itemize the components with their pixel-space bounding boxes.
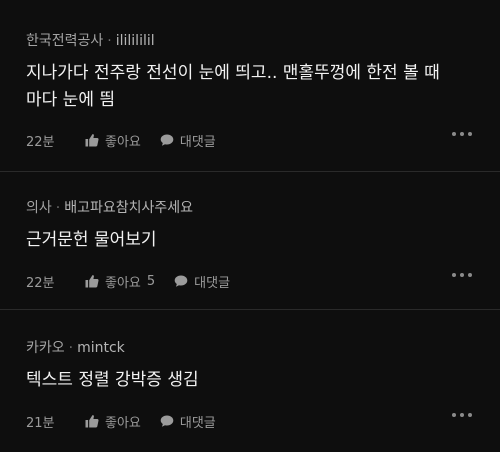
reply-button[interactable]: 대댓글 — [159, 131, 216, 150]
comment-body-line: 지나가다 전주랑 전선이 눈에 띄고.. 맨홀뚜껑에 한전 볼 때 — [26, 63, 440, 83]
comment-author[interactable]: 한국전력공사 · ililililil — [26, 30, 155, 50]
comment-actions: 22분 좋아요 대댓글 — [26, 130, 476, 150]
comment-feed: 한국전력공사 · ililililil 지나가다 전주랑 전선이 눈에 띄고.. 맨… — [0, 0, 500, 452]
author-nickname: mintck — [77, 340, 125, 356]
more-dot — [468, 273, 472, 277]
author-company: 카카오 — [26, 340, 65, 356]
author-company: 의사 — [26, 200, 52, 216]
reply-label: 대댓글 — [194, 275, 231, 291]
reply-button[interactable]: 대댓글 — [173, 272, 230, 291]
more-dot — [468, 413, 472, 417]
like-button[interactable]: 좋아요 5 — [84, 272, 155, 291]
reply-label: 대댓글 — [179, 415, 216, 431]
reply-label: 대댓글 — [179, 134, 216, 150]
like-label: 좋아요 — [105, 275, 141, 291]
comment-body: 지나가다 전주랑 전선이 눈에 띄고.. 맨홀뚜껑에 한전 볼 때 마다 눈에 … — [26, 60, 476, 114]
comment-author[interactable]: 의사 · 배고파요참치사주세요 — [26, 197, 193, 217]
more-options-button[interactable] — [452, 132, 472, 136]
thumbs-up-icon — [84, 413, 100, 429]
more-dot — [460, 273, 464, 277]
author-nickname: ililililil — [115, 33, 155, 49]
thumbs-up-icon — [84, 132, 100, 148]
more-options-button[interactable] — [452, 413, 472, 417]
speech-bubble-icon — [159, 132, 175, 148]
comment-actions: 22분 좋아요 5 대댓글 — [26, 271, 476, 291]
more-dot — [468, 132, 472, 136]
more-dots-icon — [452, 273, 456, 277]
comment-time: 22분 — [26, 134, 55, 150]
comment-time: 22분 — [26, 275, 55, 291]
author-separator: · — [55, 200, 61, 216]
comment-body-line: 마다 눈에 띔 — [26, 90, 116, 110]
thumbs-up-icon — [84, 273, 100, 289]
like-count: 5 — [146, 273, 156, 289]
more-dots-icon — [452, 413, 456, 417]
comment-time: 21분 — [26, 415, 55, 431]
like-button[interactable]: 좋아요 — [84, 412, 141, 431]
comment-body-line: 텍스트 정렬 강박증 생김 — [26, 370, 199, 390]
author-separator: · — [68, 340, 74, 356]
more-dot — [460, 132, 464, 136]
comment-author[interactable]: 카카오 · mintck — [26, 337, 125, 357]
more-dot — [460, 413, 464, 417]
author-nickname: 배고파요참치사주세요 — [64, 200, 194, 216]
like-button[interactable]: 좋아요 — [84, 131, 141, 150]
speech-bubble-icon — [159, 413, 175, 429]
reply-button[interactable]: 대댓글 — [159, 412, 216, 431]
speech-bubble-icon — [173, 273, 189, 289]
more-dots-icon — [452, 132, 456, 136]
author-company: 한국전력공사 — [26, 33, 104, 49]
comment-body-line: 근거문헌 물어보기 — [26, 230, 157, 250]
like-label: 좋아요 — [105, 415, 141, 431]
author-separator: · — [107, 33, 112, 49]
more-options-button[interactable] — [452, 273, 472, 277]
like-label: 좋아요 — [105, 134, 141, 150]
comment-body: 근거문헌 물어보기 — [26, 227, 476, 254]
comment-actions: 21분 좋아요 대댓글 — [26, 411, 476, 431]
comment-body: 텍스트 정렬 강박증 생김 — [26, 367, 476, 394]
